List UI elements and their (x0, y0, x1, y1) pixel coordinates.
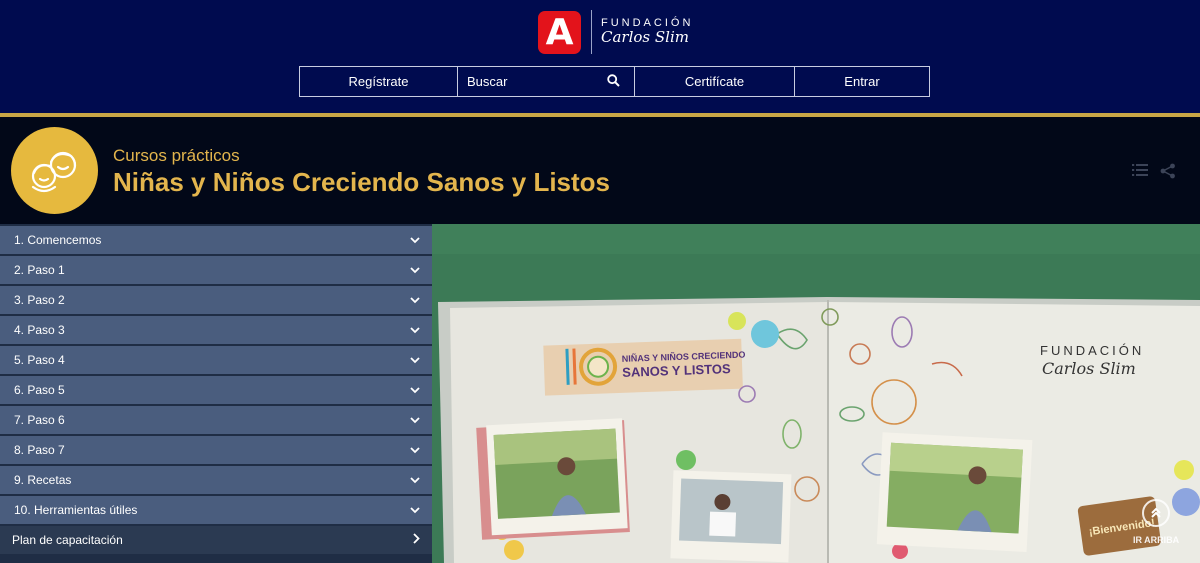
sidebar-item-label: 8. Paso 7 (14, 443, 65, 457)
course-title: Niñas y Niños Creciendo Sanos y Listos (113, 167, 611, 197)
sidebar-item-label: 2. Paso 1 (14, 263, 65, 277)
sidebar-item-label: 10. Herramientas útiles (14, 503, 138, 517)
decor-button (676, 450, 696, 470)
search-input[interactable]: Buscar (458, 67, 635, 96)
photo-woman-right (876, 432, 1033, 552)
intro-video[interactable]: NIÑAS Y NIÑOS CRECIENDO SANOS Y LISTOS F… (432, 224, 1200, 563)
list-icon[interactable] (1132, 163, 1148, 184)
logo-divider (591, 10, 592, 54)
sidebar-item-label: 4. Paso 3 (14, 323, 65, 337)
course-category: Cursos prácticos (113, 146, 240, 165)
scroll-top-label[interactable]: IR ARRIBA (1133, 535, 1179, 545)
course-sidebar: 1. Comencemos 2. Paso 1 3. Paso 2 4. Pas… (0, 224, 432, 563)
sidebar-item-paso-2[interactable]: 3. Paso 2 (0, 286, 432, 314)
site-logo[interactable]: A FUNDACIÓN Carlos Slim (538, 9, 693, 55)
chevron-down-icon[interactable] (410, 233, 420, 247)
photo-doctor (670, 470, 792, 563)
register-button[interactable]: Regístrate (300, 67, 458, 96)
decor-button (1174, 460, 1194, 480)
sidebar-item-paso-3[interactable]: 4. Paso 3 (0, 316, 432, 344)
chevron-down-icon[interactable] (410, 413, 420, 427)
sidebar-item-label: 9. Recetas (14, 473, 72, 487)
sidebar-item-comencemos[interactable]: 1. Comencemos (0, 226, 432, 254)
sidebar-item-label: Plan de capacitación (12, 533, 123, 547)
org-name-line2: Carlos Slim (601, 27, 689, 46)
plate-face-icon (587, 355, 610, 378)
chevron-down-icon[interactable] (410, 383, 420, 397)
course-header: Cursos prácticos Niñas y Niños Creciendo… (0, 117, 1200, 224)
photo-woman-left (476, 418, 630, 540)
search-placeholder: Buscar (467, 74, 508, 89)
chevron-right-icon[interactable] (413, 533, 420, 547)
decor-button (728, 312, 746, 330)
person-body (709, 511, 737, 537)
brand-logo-icon: A (538, 10, 581, 54)
photo-sky (493, 428, 618, 465)
chevron-down-icon[interactable] (410, 443, 420, 457)
sidebar-item-label: 1. Comencemos (14, 233, 102, 247)
site-header: A FUNDACIÓN Carlos Slim Regístrate Busca… (0, 0, 1200, 113)
decor-button (504, 540, 524, 560)
sidebar-item-recetas[interactable]: 9. Recetas (0, 466, 432, 494)
sidebar-item-label: 6. Paso 5 (14, 383, 65, 397)
sidebar-item-plan[interactable]: Plan de capacitación (0, 526, 432, 554)
chevron-down-icon[interactable] (410, 263, 420, 277)
sidebar-item-paso-5[interactable]: 6. Paso 5 (0, 376, 432, 404)
chevron-up-icon (1151, 507, 1161, 518)
sidebar-item-paso-4[interactable]: 5. Paso 4 (0, 346, 432, 374)
sidebar-item-herramientas[interactable]: 10. Herramientas útiles (0, 496, 432, 524)
decor-button (1172, 488, 1200, 516)
chevron-down-icon[interactable] (410, 473, 420, 487)
sidebar-item-label: 5. Paso 4 (14, 353, 65, 367)
decor-button (751, 320, 779, 348)
chevron-down-icon[interactable] (410, 503, 420, 517)
certificate-button[interactable]: Certifícate (635, 67, 795, 96)
foundation-name-line1: FUNDACIÓN (1040, 343, 1144, 358)
login-button[interactable]: Entrar (795, 67, 929, 96)
main-nav: Regístrate Buscar Certifícate Entrar (299, 66, 930, 97)
video-frame: NIÑAS Y NIÑOS CRECIENDO SANOS Y LISTOS F… (432, 224, 1200, 563)
chevron-down-icon[interactable] (410, 323, 420, 337)
sidebar-item-paso-6[interactable]: 7. Paso 6 (0, 406, 432, 434)
sidebar-item-label: 7. Paso 6 (14, 413, 65, 427)
sidebar-item-paso-1[interactable]: 2. Paso 1 (0, 256, 432, 284)
course-logo-card: NIÑAS Y NIÑOS CRECIENDO SANOS Y LISTOS (543, 338, 746, 396)
course-children-icon (11, 127, 98, 214)
chalkboard-highlight (432, 224, 1200, 254)
sidebar-item-paso-7[interactable]: 8. Paso 7 (0, 436, 432, 464)
org-name: FUNDACIÓN Carlos Slim (601, 18, 693, 45)
chevron-down-icon[interactable] (410, 293, 420, 307)
chevron-down-icon[interactable] (410, 353, 420, 367)
foundation-name-line2: Carlos Slim (1042, 359, 1136, 378)
scroll-top-button[interactable] (1142, 499, 1170, 527)
course-tools (1132, 163, 1176, 184)
search-icon[interactable] (607, 73, 620, 90)
sidebar-item-label: 3. Paso 2 (14, 293, 65, 307)
share-icon[interactable] (1160, 163, 1176, 184)
